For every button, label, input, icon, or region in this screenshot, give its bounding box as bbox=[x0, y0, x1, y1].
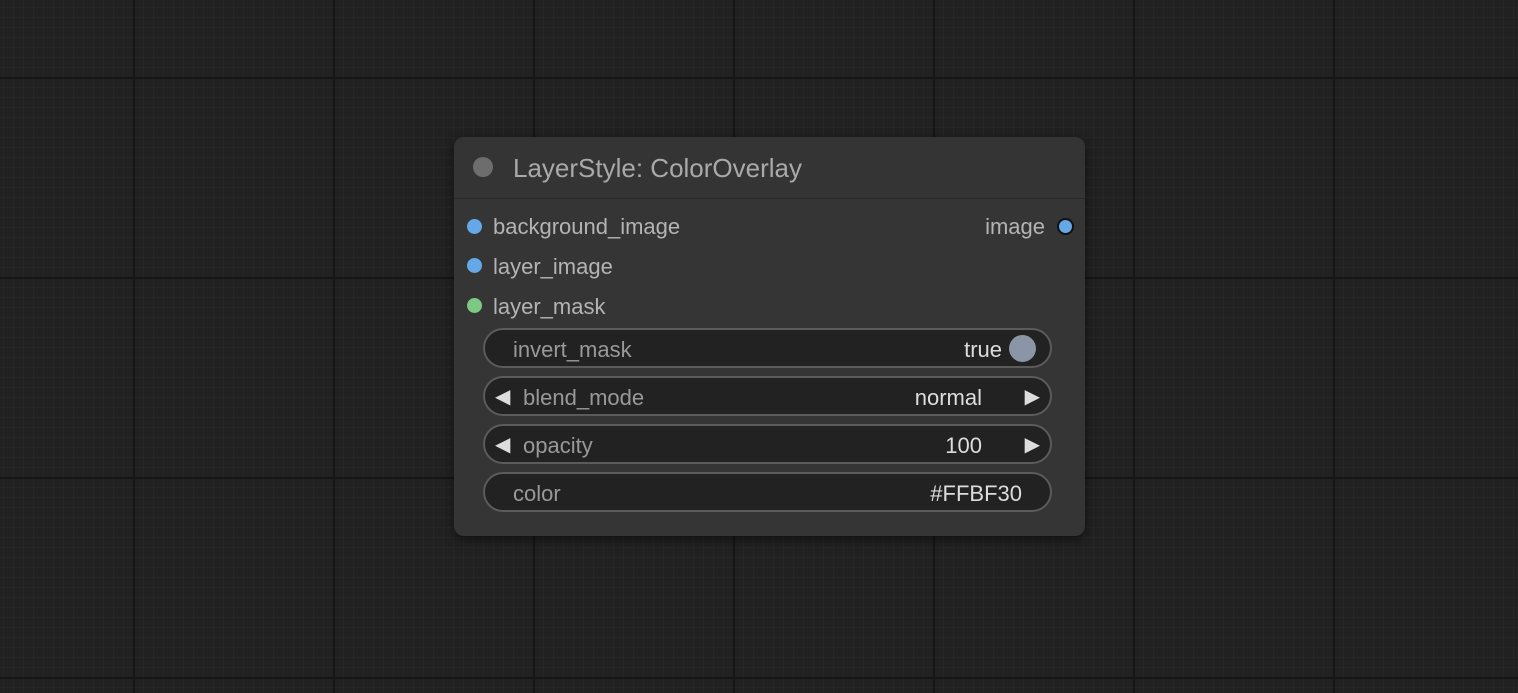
invert-mask-value: true bbox=[964, 337, 1002, 362]
input-slot-layer-mask-label: layer_mask bbox=[493, 294, 606, 319]
input-slot-background-image-icon[interactable] bbox=[467, 219, 482, 234]
arrow-right-icon[interactable]: ▶ bbox=[1025, 432, 1040, 458]
output-slot-image-label: image bbox=[985, 214, 1045, 239]
input-slot-layer-image-label: layer_image bbox=[493, 254, 613, 279]
collapse-dot-icon[interactable] bbox=[473, 157, 493, 177]
color-text-field[interactable]: color #FFBF30 bbox=[483, 472, 1052, 512]
input-slot-background-image-label: background_image bbox=[493, 214, 681, 239]
toggle-knob-icon[interactable] bbox=[1009, 335, 1036, 362]
invert-mask-label: invert_mask bbox=[513, 337, 632, 362]
input-slot-layer-mask-icon[interactable] bbox=[467, 298, 482, 313]
arrow-right-icon[interactable]: ▶ bbox=[1025, 384, 1040, 410]
input-slot-layer-image-icon[interactable] bbox=[467, 258, 482, 273]
invert-mask-toggle[interactable]: invert_mask true bbox=[483, 328, 1052, 368]
blend-mode-value: normal bbox=[914, 385, 982, 410]
opacity-label: opacity bbox=[523, 433, 593, 458]
color-label: color bbox=[513, 481, 561, 506]
opacity-value: 100 bbox=[945, 433, 982, 458]
node-header[interactable]: LayerStyle: ColorOverlay bbox=[454, 137, 1085, 199]
color-value: #FFBF30 bbox=[930, 481, 1022, 506]
blend-mode-label: blend_mode bbox=[523, 385, 645, 410]
arrow-left-icon[interactable]: ◀ bbox=[495, 432, 510, 458]
output-slot-image-icon[interactable] bbox=[1057, 218, 1074, 235]
arrow-left-icon[interactable]: ◀ bbox=[495, 384, 510, 410]
opacity-number[interactable]: ◀ opacity 100 ▶ bbox=[483, 424, 1052, 464]
color-overlay-node[interactable]: LayerStyle: ColorOverlay background_imag… bbox=[454, 137, 1085, 536]
blend-mode-combo[interactable]: ◀ blend_mode normal ▶ bbox=[483, 376, 1052, 416]
node-title: LayerStyle: ColorOverlay bbox=[513, 153, 802, 183]
